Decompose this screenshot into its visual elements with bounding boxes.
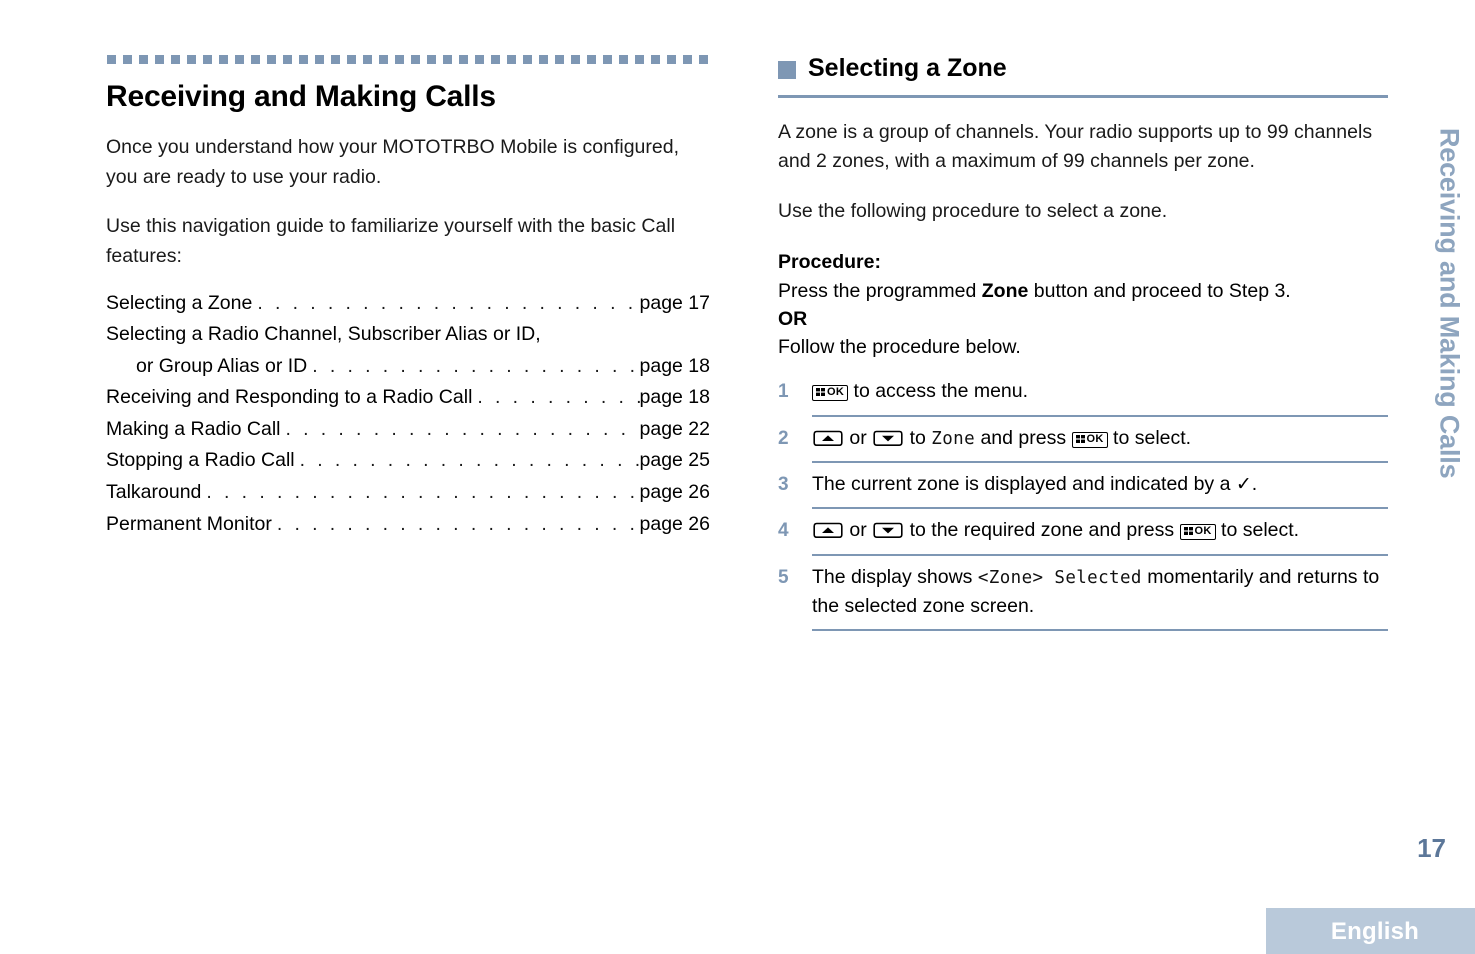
ok-key-label: OK [1194, 525, 1212, 538]
lcd-zone-selected-text: <Zone> Selected [977, 567, 1142, 588]
manual-page: Receiving and Making Calls Once you unde… [0, 0, 1475, 954]
step-2-or-text: or [844, 426, 873, 449]
dashed-square-rule [107, 55, 715, 64]
toc-entry-page: page 18 [639, 354, 711, 377]
toc-entry-label: or Group Alias or ID [136, 354, 308, 377]
ok-key-icon[interactable]: OK [1071, 431, 1108, 448]
procedure-step: 4 or to the required zone and press OK t… [778, 516, 1388, 562]
step-2-end-text: to select. [1107, 426, 1192, 449]
menu-grid-icon [1183, 527, 1193, 536]
arrow-down-key-icon[interactable] [873, 522, 903, 539]
procedure-intro-line-2: Follow the procedure below. [778, 336, 1021, 359]
step-text: The display shows <Zone> Selected moment… [812, 563, 1388, 632]
page-number: 17 [1417, 833, 1446, 863]
zone-button-label: Zone [981, 279, 1029, 302]
procedure-step: 5 The display shows <Zone> Selected mome… [778, 563, 1388, 639]
toc-entry-page: page 26 [639, 480, 711, 503]
square-bullet-icon [778, 60, 796, 79]
toc-entry[interactable]: Stopping a Radio Call . . . . . . . . . … [106, 445, 710, 477]
toc-entry-page: page 22 [639, 417, 711, 440]
toc-leader-dots: . . . . . . . . . . . . . . . . . . . . … [285, 417, 640, 440]
procedure-step: 2 or to Zone and press OK to select. [778, 424, 1388, 470]
step-text: or to Zone and press OK to select. [812, 424, 1388, 463]
step-number: 2 [778, 427, 789, 449]
toc-leader-dots: . . . . . . . . . . . . . . . . . . . . … [299, 449, 640, 472]
toc-entry[interactable]: Making a Radio Call . . . . . . . . . . … [106, 414, 710, 446]
toc-leader-dots: . . . . . . . . . . . . . . . . . . . . … [477, 386, 639, 409]
toc-entry-label: Receiving and Responding to a Radio Call [106, 386, 473, 409]
step-text: or to the required zone and press OK to … [812, 516, 1388, 556]
ok-key-icon[interactable]: OK [1179, 524, 1216, 541]
checkmark-icon: ✓ [1235, 473, 1252, 495]
right-column: Selecting a Zone A zone is a group of ch… [778, 54, 1388, 638]
step-4-or-text: or [844, 519, 873, 542]
toc-entry[interactable]: Talkaround . . . . . . . . . . . . . . .… [106, 477, 710, 509]
arrow-down-key-icon[interactable] [873, 430, 903, 447]
arrow-up-key-icon[interactable] [813, 522, 843, 539]
toc-entry-label: Selecting a Radio Channel, Subscriber Al… [106, 323, 541, 346]
chapter-title: Receiving and Making Calls [106, 80, 496, 113]
left-column: Receiving and Making Calls Once you unde… [106, 55, 715, 541]
step-number: 4 [778, 520, 789, 542]
arrow-up-key-icon[interactable] [813, 430, 843, 447]
toc-entry-page: page 26 [639, 512, 711, 535]
ok-key-label: OK [827, 386, 845, 399]
toc-entry[interactable]: Permanent Monitor . . . . . . . . . . . … [106, 509, 710, 541]
or-label: OR [778, 307, 808, 330]
section-heading: Selecting a Zone [778, 54, 1388, 83]
step-4-end-text: to select. [1215, 519, 1300, 542]
step-5-start-text: The display shows [812, 565, 978, 588]
procedure-intro-line-1: Press the programmed Zone button and pro… [778, 277, 1388, 305]
toc-leader-dots: . . . . . . . . . . . . . . . . . . . . … [276, 512, 640, 535]
step-number: 3 [778, 473, 789, 495]
procedure-or-line: OR [778, 305, 1388, 333]
section-title: Selecting a Zone [808, 54, 1007, 82]
step-3-end-text: . [1251, 472, 1258, 495]
toc-leader-dots: . . . . . . . . . . . . . . . . . . . . … [206, 480, 639, 503]
section-rule [778, 94, 1388, 98]
step-2-and-press-text: and press [975, 426, 1072, 449]
menu-grid-icon [816, 388, 825, 397]
side-tab: Receiving and Making Calls [1427, 128, 1471, 588]
procedure-intro-text-c: button and proceed to Step 3. [1028, 279, 1291, 302]
toc-entry-page: page 17 [639, 291, 711, 314]
procedure-steps: 1 OK to access the menu. 2 or to Zone an… [778, 377, 1388, 638]
intro-paragraph: Once you understand how your MOTOTRBO Mo… [106, 136, 679, 188]
toc-entry-label: Making a Radio Call [106, 417, 281, 440]
step-number: 5 [778, 566, 789, 588]
toc-entry[interactable]: Receiving and Responding to a Radio Call… [106, 382, 710, 414]
zone-description-paragraph: A zone is a group of channels. Your radi… [778, 120, 1373, 173]
ok-key-label: OK [1086, 432, 1104, 445]
toc-entry-page: page 25 [639, 449, 711, 472]
step-text: The current zone is displayed and indica… [812, 470, 1388, 510]
ok-key-icon[interactable]: OK [812, 385, 849, 402]
language-label: English [1330, 918, 1419, 945]
toc-entry-label: Stopping a Radio Call [106, 449, 295, 472]
toc-entry-label: Permanent Monitor [106, 512, 272, 535]
toc-entry-label: Talkaround [106, 480, 202, 503]
toc-entry[interactable]: Selecting a Radio Channel, Subscriber Al… [106, 319, 710, 351]
procedure-step: 1 OK to access the menu. [778, 377, 1388, 423]
step-3-text: The current zone is displayed and indica… [812, 472, 1236, 495]
toc-leader-dots: . . . . . . . . . . . . . . . . . . . . … [257, 291, 639, 314]
guide-paragraph: Use this navigation guide to familiarize… [106, 215, 676, 267]
toc-entry-page: page 18 [639, 386, 711, 409]
toc-entry[interactable]: or Group Alias or ID . . . . . . . . . .… [106, 351, 710, 383]
toc-leader-dots: . . . . . . . . . . . . . . . . . . . . … [312, 354, 639, 377]
side-tab-label: Receiving and Making Calls [1434, 128, 1465, 479]
step-text: OK to access the menu. [812, 377, 1388, 417]
step-number: 1 [778, 381, 789, 403]
step-4-to-text: to the required zone and press [904, 519, 1180, 542]
step-2-to-text: to [904, 426, 932, 449]
step-1-trailing-text: to access the menu. [848, 380, 1029, 403]
table-of-contents: Selecting a Zone . . . . . . . . . . . .… [106, 288, 710, 541]
lcd-zone-text: Zone [931, 428, 976, 449]
toc-entry[interactable]: Selecting a Zone . . . . . . . . . . . .… [106, 288, 710, 320]
procedure-lead-paragraph: Use the following procedure to select a … [778, 199, 1168, 222]
procedure-step: 3 The current zone is displayed and indi… [778, 470, 1388, 517]
procedure-heading: Procedure: [778, 251, 881, 274]
toc-entry-label: Selecting a Zone [106, 291, 253, 314]
procedure-intro-text-a: Press the programmed [778, 279, 982, 302]
menu-grid-icon [1075, 434, 1085, 443]
